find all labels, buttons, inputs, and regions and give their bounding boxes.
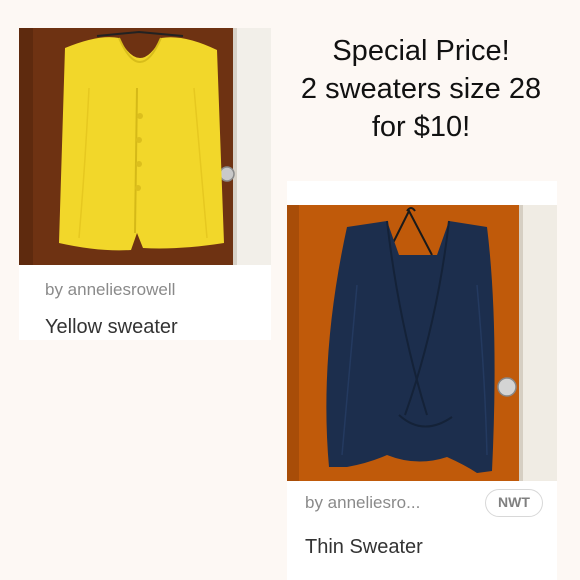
promo-line-3: for $10! xyxy=(371,111,471,143)
listing-title[interactable]: Yellow sweater xyxy=(45,316,178,339)
listing-card-thin-sweater[interactable]: by anneliesro... NWT Thin Sweater xyxy=(287,181,557,580)
thin-sweater-photo[interactable] xyxy=(287,205,557,481)
promo-text: Special Price! 2 sweaters size 28 for $1… xyxy=(284,32,558,146)
promo-line-1: Special Price! xyxy=(332,35,510,67)
listing-card-yellow-sweater[interactable]: by anneliesrowell Yellow sweater xyxy=(19,28,271,340)
seller-byline[interactable]: by anneliesrowell xyxy=(45,280,175,300)
promo-line-2: 2 sweaters size 28 xyxy=(300,73,542,105)
listing-title[interactable]: Thin Sweater xyxy=(305,536,423,559)
seller-byline[interactable]: by anneliesro... xyxy=(305,493,420,513)
nwt-badge: NWT xyxy=(485,489,543,517)
yellow-sweater-photo[interactable] xyxy=(19,28,271,265)
